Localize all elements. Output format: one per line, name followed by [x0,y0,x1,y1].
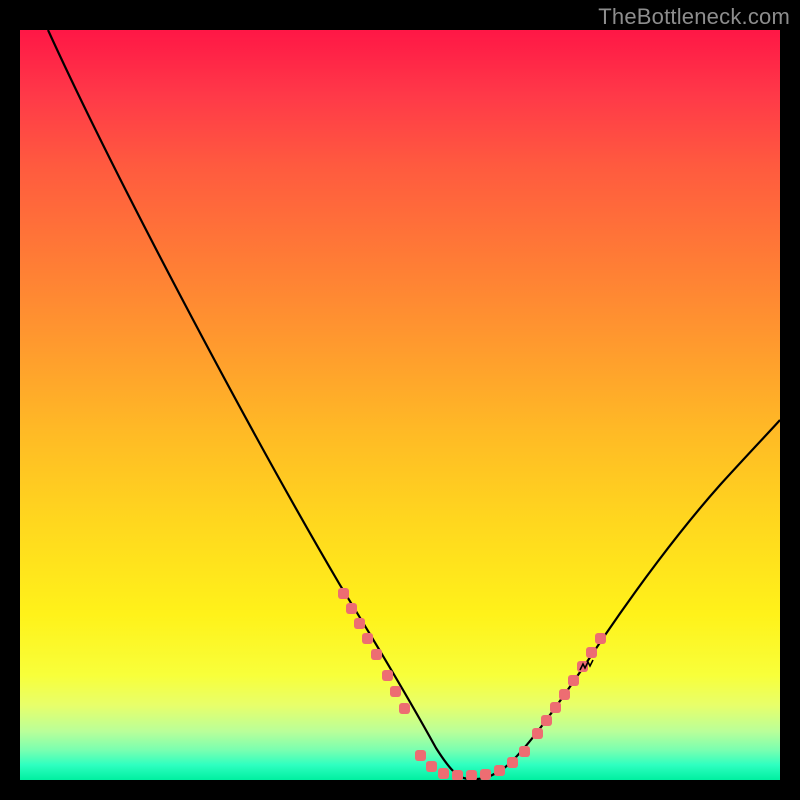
bottleneck-curve [48,30,780,779]
plot-area [20,30,780,780]
left-marker-dots [338,588,410,714]
bottom-marker-dots [415,746,530,780]
right-marker-dots [532,633,606,739]
watermark-text: TheBottleneck.com [598,4,790,30]
chart-frame: TheBottleneck.com [0,0,800,800]
chart-svg [20,30,780,780]
